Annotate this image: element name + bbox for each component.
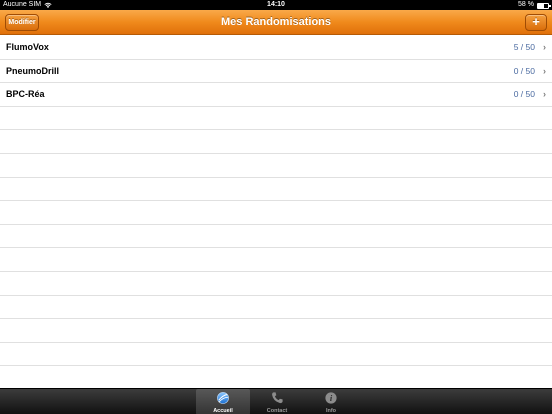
empty-row (0, 343, 552, 367)
tab-info[interactable]: i Info (304, 389, 358, 414)
tab-accueil[interactable]: Accueil (196, 389, 250, 414)
phone-icon (272, 392, 283, 404)
status-bar: Aucune SIM 14:10 58 % (0, 0, 552, 10)
empty-row (0, 154, 552, 178)
page-title: Mes Randomisations (220, 16, 332, 28)
tab-contact[interactable]: Contact (250, 389, 304, 414)
tabs: Accueil Contact i Info (196, 389, 358, 414)
table-row[interactable]: PneumoDrill 0 / 50 › (0, 60, 552, 84)
tab-info-label: Info (325, 408, 337, 414)
add-button[interactable]: + (525, 14, 547, 31)
empty-row (0, 178, 552, 202)
status-time: 14:10 (267, 1, 285, 8)
row-count: 5 / 50 (513, 42, 535, 52)
empty-row (0, 201, 552, 225)
empty-row (0, 225, 552, 249)
battery-icon (537, 3, 551, 9)
row-label: FlumoVox (6, 42, 49, 52)
empty-row (0, 272, 552, 296)
randomisation-list: FlumoVox 5 / 50 › PneumoDrill 0 / 50 › BPC-Réa… (0, 36, 552, 388)
navigation-bar: Mes Randomisations Modifier + (0, 10, 552, 35)
battery-percent: 58 % (518, 1, 534, 8)
row-count: 0 / 50 (513, 65, 535, 76)
chevron-right-icon: › (543, 42, 546, 52)
chevron-right-icon: › (543, 89, 546, 100)
edit-button[interactable]: Modifier (5, 14, 39, 31)
row-count: 0 / 50 (513, 89, 535, 100)
info-icon: i (325, 392, 337, 404)
tab-bar: Accueil Contact i Info (0, 388, 552, 414)
tab-accueil-label: Accueil (213, 408, 233, 414)
empty-row (0, 248, 552, 272)
status-right: 58 % (518, 0, 551, 10)
row-label: PneumoDrill (6, 65, 60, 76)
table-row[interactable]: BPC-Réa 0 / 50 › (0, 83, 552, 107)
home-globe-icon (217, 392, 229, 404)
chevron-right-icon: › (543, 65, 546, 76)
empty-row (0, 130, 552, 154)
empty-row (0, 296, 552, 320)
empty-row (0, 366, 552, 388)
empty-row (0, 107, 552, 131)
tab-contact-label: Contact (266, 408, 288, 414)
table-row[interactable]: FlumoVox 5 / 50 › (0, 36, 552, 60)
row-label: BPC-Réa (6, 89, 45, 100)
empty-row (0, 319, 552, 343)
